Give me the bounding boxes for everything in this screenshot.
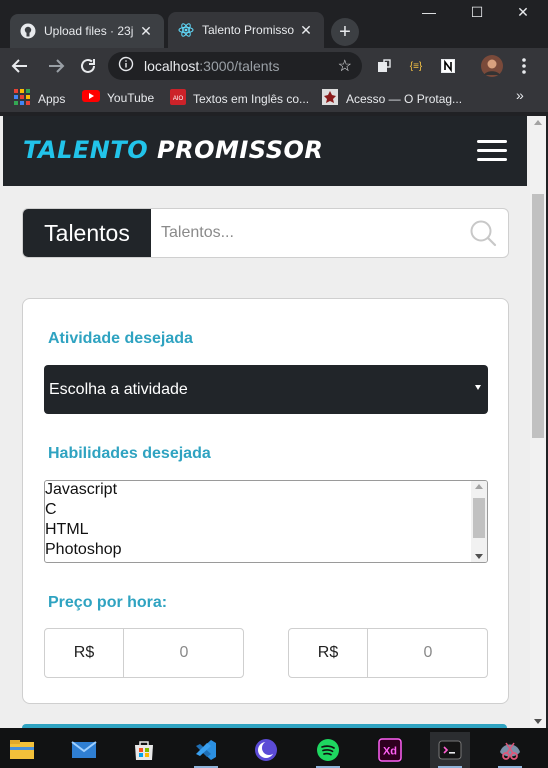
scroll-down-icon[interactable] — [475, 554, 483, 559]
tab-title: Talento Promisso — [202, 23, 295, 37]
hamburger-menu-icon[interactable] — [477, 140, 507, 162]
snipping-icon[interactable] — [490, 732, 530, 768]
terminal-icon[interactable] — [430, 732, 470, 768]
scroll-down-icon[interactable] — [534, 719, 542, 724]
talent-search-group: Talentos — [22, 208, 509, 258]
maximize-icon[interactable]: ☐ — [454, 4, 500, 21]
url-path: :3000/talents — [199, 58, 280, 74]
new-tab-button[interactable]: + — [331, 18, 359, 46]
skill-option[interactable]: Javascript — [45, 481, 117, 501]
minimize-icon[interactable]: — — [406, 4, 452, 20]
currency-label: R$ — [289, 629, 368, 677]
currency-label: R$ — [45, 629, 124, 677]
reload-icon[interactable] — [76, 54, 100, 78]
xd-icon[interactable]: Xd — [370, 732, 410, 768]
filters-card: Atividade desejada Escolha a atividade H… — [22, 298, 509, 704]
bookmarks-bar: Apps YouTube AIO Textos em Inglês co... … — [0, 84, 548, 112]
url-text: localhost:3000/talents — [144, 58, 279, 74]
select-caret-icon — [475, 385, 481, 390]
activity-label: Atividade desejada — [48, 330, 193, 347]
bookmarks-overflow-icon[interactable]: » — [516, 87, 524, 103]
page-scrollbar[interactable] — [530, 116, 546, 728]
extension-icon[interactable] — [372, 54, 396, 78]
url-host: localhost — [144, 58, 200, 74]
site-navbar: TALENTO PROMISSOR — [3, 116, 527, 186]
bookmark-label: Textos em Inglês co... — [193, 91, 310, 106]
tab-close-icon[interactable]: ✕ — [298, 22, 314, 39]
skill-option[interactable]: C — [45, 501, 57, 521]
tab-talento-promissor[interactable]: Talento Promisso ✕ — [168, 12, 324, 48]
bookmark-label: YouTube — [107, 90, 155, 105]
bookmark-star-icon[interactable]: ☆ — [338, 56, 352, 76]
store-icon[interactable] — [124, 732, 164, 768]
apps-grid-icon — [14, 89, 30, 108]
file-explorer-icon[interactable] — [2, 732, 42, 768]
browser-toolbar: localhost:3000/talents ☆ {≡} — [0, 48, 548, 84]
mail-icon[interactable] — [64, 732, 104, 768]
vscode-icon[interactable] — [186, 732, 226, 768]
site-logo[interactable]: TALENTO PROMISSOR — [23, 136, 323, 164]
price-min-group: R$ 0 — [44, 628, 244, 678]
logo-part-promissor: PROMISSOR — [157, 136, 324, 164]
activity-select[interactable]: Escolha a atividade — [44, 365, 488, 414]
search-icon[interactable] — [469, 219, 497, 247]
activity-select-value: Escolha a atividade — [49, 380, 188, 398]
bookmark-youtube[interactable]: YouTube — [82, 89, 154, 106]
bookmark-acesso[interactable]: Acesso — O Protag... — [322, 89, 462, 108]
site-info-icon[interactable] — [118, 56, 134, 77]
talent-search-input[interactable] — [161, 209, 461, 257]
scroll-up-icon[interactable] — [534, 120, 542, 125]
skills-multiselect[interactable]: Javascript C HTML Photoshop — [44, 480, 488, 563]
browser-tab-bar: Upload files · 23j ✕ Talento Promisso ✕ … — [0, 0, 548, 48]
back-arrow-icon[interactable] — [8, 54, 32, 78]
price-max-input[interactable]: 0 — [369, 629, 487, 677]
price-max-group: R$ 0 — [288, 628, 488, 678]
spotify-icon[interactable] — [308, 732, 348, 768]
bookmark-label: Acesso — O Protag... — [346, 91, 463, 106]
bookmark-label: Apps — [38, 91, 66, 106]
profile-avatar[interactable] — [480, 54, 504, 78]
aio-icon: AIO — [170, 89, 186, 108]
scroll-thumb[interactable] — [473, 498, 485, 538]
logo-part-talento: TALENTO — [23, 136, 149, 164]
tab-close-icon[interactable]: ✕ — [138, 23, 154, 40]
scroll-up-icon[interactable] — [475, 484, 483, 489]
github-icon — [20, 23, 36, 39]
tab-title: Upload files · 23j — [44, 24, 134, 38]
youtube-icon — [82, 89, 100, 106]
app-moon-icon[interactable] — [246, 732, 286, 768]
json-formatter-icon[interactable]: {≡} — [404, 54, 428, 78]
protagonist-icon — [322, 89, 338, 108]
scroll-thumb[interactable] — [532, 194, 544, 438]
price-label: Preço por hora: — [48, 594, 168, 611]
skills-scrollbar[interactable] — [471, 481, 487, 562]
skill-option[interactable]: HTML — [45, 521, 89, 541]
price-min-input[interactable]: 0 — [125, 629, 243, 677]
skills-label: Habilidades desejada — [48, 445, 211, 462]
page-viewport: TALENTO PROMISSOR Talentos Atividade des… — [0, 116, 530, 728]
notion-icon[interactable] — [436, 54, 460, 78]
browser-menu-icon[interactable] — [512, 54, 536, 78]
bookmark-textos[interactable]: AIO Textos em Inglês co... — [170, 89, 309, 108]
address-bar[interactable]: localhost:3000/talents ☆ — [108, 52, 362, 80]
forward-arrow-icon[interactable] — [44, 54, 68, 78]
tab-upload-files[interactable]: Upload files · 23j ✕ — [10, 14, 164, 48]
svg-text:AIO: AIO — [173, 96, 184, 102]
close-window-icon[interactable]: ✕ — [500, 4, 546, 21]
search-prefix-label: Talentos — [23, 209, 151, 257]
skill-option[interactable]: Photoshop — [45, 541, 122, 561]
os-taskbar: Xd — [0, 728, 548, 768]
svg-text:Xd: Xd — [383, 746, 397, 758]
bookmark-apps[interactable]: Apps — [14, 89, 65, 108]
react-icon — [178, 22, 194, 38]
